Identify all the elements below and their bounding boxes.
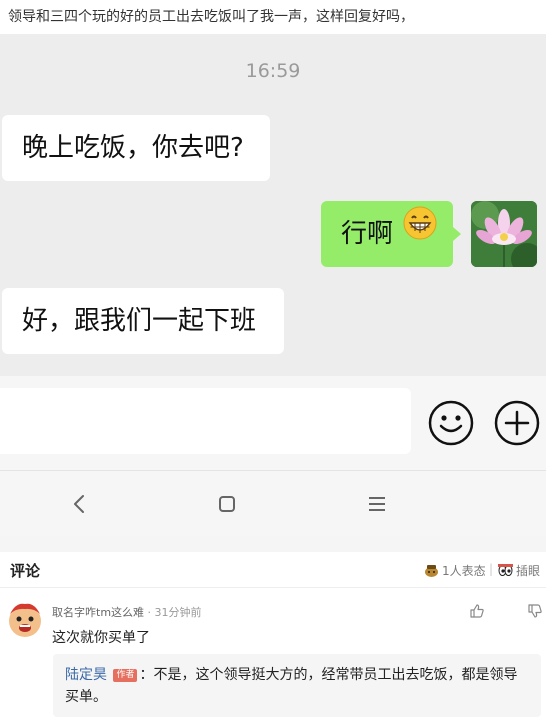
message-text: 晚上吃饭，你去吧? [22,133,244,163]
smiley-face-icon[interactable] [428,400,474,446]
separator: | [489,562,494,576]
chat-input-bar [0,376,546,470]
message-text: 好，跟我们一起下班 [22,306,257,336]
lotus-flower-avatar[interactable] [471,201,537,267]
comment-text: 这次就你买单了 [52,630,150,646]
comments-section: 评论 1人表态 | 插眼 取名字咋tm这么难 · 31分钟前 这次就你买单了 陆… [0,552,546,723]
system-nav-bar [0,470,546,536]
author-badge: 作者 [113,669,138,682]
reaction-emoji-icon [424,564,439,577]
chat-screenshot: 16:59 晚上吃饭，你去吧? 行啊 好，跟我们一起下班 [0,34,546,376]
back-chevron-icon[interactable] [66,491,92,517]
bookmark-label: 插眼 [516,564,541,578]
message-input[interactable] [0,388,411,454]
reactions-count[interactable]: 1人表态 [424,562,486,579]
bookmark-button[interactable]: 插眼 [498,562,540,579]
grin-emoji-icon [403,199,437,265]
reactions-label: 1人表态 [442,564,486,578]
comment-username[interactable]: 取名字咋tm这么难 [52,606,144,619]
outgoing-message-bubble: 行啊 [321,201,453,267]
incoming-message-bubble: 好，跟我们一起下班 [2,288,284,354]
comment-author[interactable]: 取名字咋tm这么难 · 31分钟前 [52,604,202,620]
message-text: 行啊 [341,219,394,249]
plus-circle-icon[interactable] [494,400,540,446]
reply-box[interactable]: 陆定昊 作者 ：不是，这个领导挺大方的，经常带员工出去吃饭，都是领导买单。 [53,654,541,717]
incoming-message-bubble: 晚上吃饭，你去吧? [2,115,270,181]
bubble-tail [453,227,461,241]
thumbs-down-icon[interactable] [527,603,543,619]
message-timestamp: 16:59 [245,60,301,82]
comment-time: · 31分钟前 [147,606,202,619]
menu-lines-icon[interactable] [364,491,390,517]
home-square-icon[interactable] [214,491,240,517]
commenter-avatar[interactable] [6,600,44,638]
eyes-icon [498,564,513,577]
thumbs-up-icon[interactable] [469,603,485,619]
reply-author[interactable]: 陆定昊 [65,667,107,683]
comments-title: 评论 [10,562,41,580]
divider [0,536,546,552]
comments-header: 评论 1人表态 | 插眼 [0,552,546,588]
post-title: 领导和三四个玩的好的员工出去吃饭叫了我一声，这样回复好吗， [0,0,546,34]
